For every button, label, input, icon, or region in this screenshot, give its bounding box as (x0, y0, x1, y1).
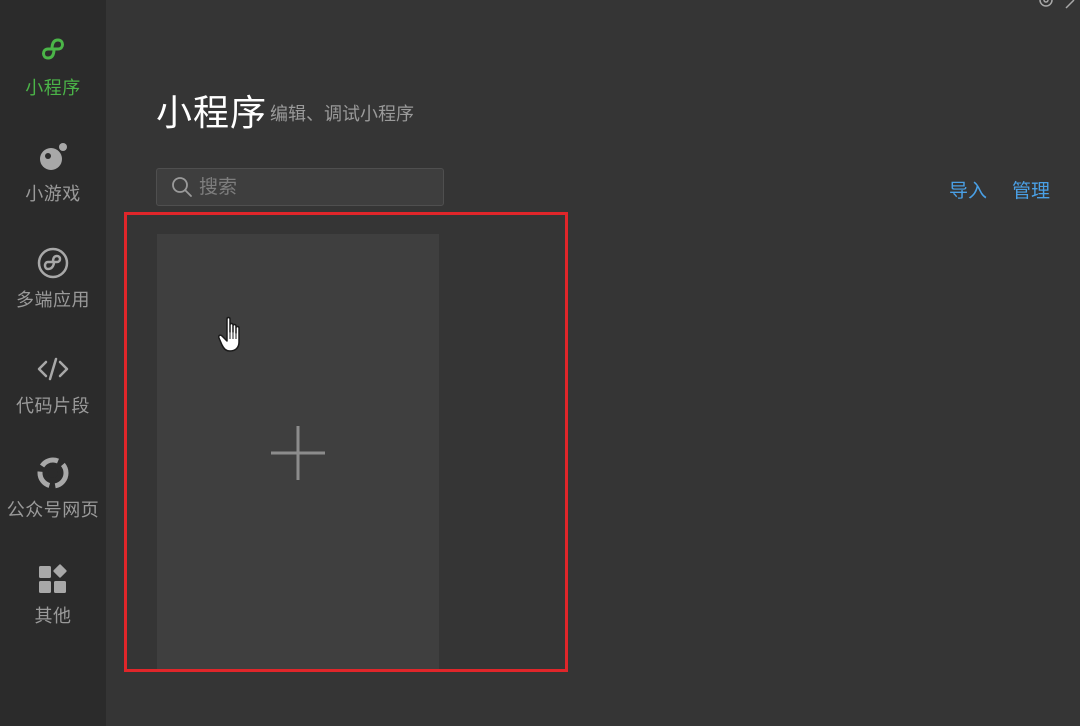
add-project-card[interactable] (157, 234, 439, 670)
plus-icon (271, 426, 325, 480)
search-input[interactable] (193, 169, 443, 205)
gear-icon[interactable] (1039, 0, 1053, 7)
sidebar-item-label: 小游戏 (25, 184, 81, 205)
sidebar-item-label: 小程序 (25, 78, 81, 99)
import-link[interactable]: 导入 (949, 176, 987, 203)
sidebar-item-mini-program[interactable]: 小程序 (0, 34, 106, 100)
multi-platform-icon (37, 247, 69, 279)
sidebar-item-label: 其他 (34, 606, 72, 627)
window-controls (1039, 0, 1075, 9)
sidebar-item-mini-game[interactable]: 小游戏 (0, 140, 106, 206)
app-window: 小程序 小游戏 多端应用 代码片段 公众号网页 其他 小程序 编辑、调试小程序 … (0, 0, 1080, 726)
search-box[interactable] (156, 168, 444, 206)
sidebar-item-others[interactable]: 其他 (0, 562, 106, 628)
search-icon (172, 177, 192, 197)
sidebar-item-code-snippet[interactable]: 代码片段 (0, 352, 106, 418)
close-icon[interactable] (1065, 0, 1075, 9)
sidebar-item-label: 公众号网页 (6, 500, 100, 521)
hand-cursor-icon (218, 316, 240, 352)
page-title: 小程序 (156, 93, 268, 134)
mini-game-icon (40, 143, 67, 170)
sidebar-item-label: 多端应用 (16, 290, 90, 311)
sidebar-item-multi-platform[interactable]: 多端应用 (0, 246, 106, 312)
official-account-icon (37, 457, 69, 489)
main-content: 小程序 编辑、调试小程序 导入 管理 (106, 0, 1080, 726)
manage-link[interactable]: 管理 (1012, 176, 1050, 203)
sidebar: 小程序 小游戏 多端应用 代码片段 公众号网页 其他 (0, 0, 106, 726)
sidebar-item-label: 代码片段 (16, 396, 90, 417)
sidebar-item-official-account[interactable]: 公众号网页 (0, 456, 106, 522)
mini-program-icon (42, 38, 64, 60)
others-icon (39, 564, 67, 593)
code-snippet-icon (37, 357, 69, 381)
page-subtitle: 编辑、调试小程序 (270, 104, 414, 125)
